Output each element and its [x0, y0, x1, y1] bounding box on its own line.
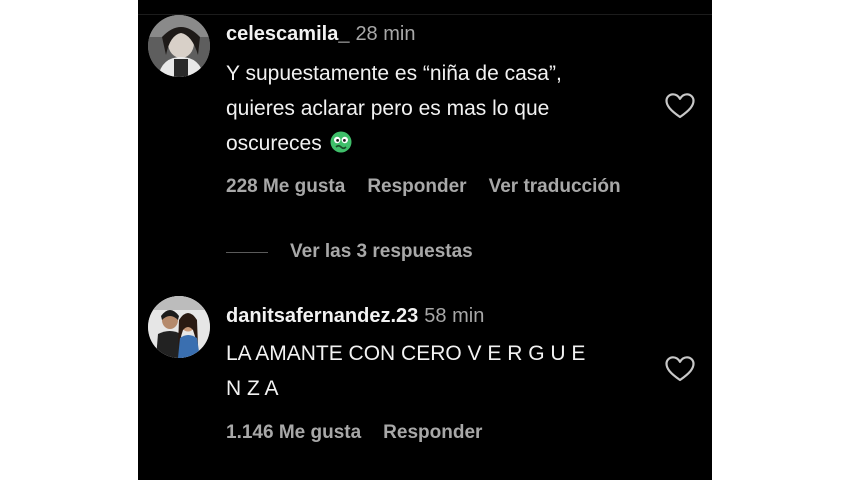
view-replies-link[interactable]: Ver las 3 respuestas	[290, 241, 473, 263]
username[interactable]: celescamila_	[226, 23, 349, 45]
translate-button[interactable]: Ver traducción	[489, 176, 621, 197]
divider	[138, 14, 712, 15]
comment-line: oscureces	[226, 132, 322, 155]
comments-panel: celescamila_ 28 min Y supuestamente es “n…	[138, 0, 712, 480]
avatar[interactable]	[148, 296, 210, 358]
nauseated-face-icon	[330, 131, 352, 153]
view-replies[interactable]: Ver las 3 respuestas	[226, 240, 473, 264]
comment-line: N Z A	[226, 377, 279, 400]
likes-count[interactable]: 228 Me gusta	[226, 176, 345, 197]
comment-actions: 1.146 Me gusta Responder	[226, 421, 504, 445]
comment-text: Y supuestamente es “niña de casa”, quier…	[226, 56, 656, 161]
comment-time: 58 min	[424, 305, 485, 327]
username[interactable]: danitsafernandez.23	[226, 305, 418, 327]
comment-line: LA AMANTE CON CERO V E R G U E	[226, 342, 586, 365]
comment-header: celescamila_ 28 min	[226, 22, 415, 46]
comment-actions: 228 Me gusta Responder Ver traducción	[226, 175, 643, 199]
reply-button[interactable]: Responder	[383, 422, 482, 443]
reply-button[interactable]: Responder	[367, 176, 466, 197]
comment-line: quieres aclarar pero es mas lo que	[226, 97, 550, 120]
comment-text: LA AMANTE CON CERO V E R G U E N Z A	[226, 336, 656, 406]
comment-header: danitsafernandez.23 58 min	[226, 304, 484, 328]
avatar[interactable]	[148, 15, 210, 77]
heart-icon[interactable]	[664, 355, 696, 383]
likes-count[interactable]: 1.146 Me gusta	[226, 422, 361, 443]
replies-divider	[226, 251, 268, 253]
heart-icon[interactable]	[664, 92, 696, 120]
comment-time: 28 min	[355, 23, 416, 45]
comment-line: Y supuestamente es “niña de casa”,	[226, 62, 562, 85]
